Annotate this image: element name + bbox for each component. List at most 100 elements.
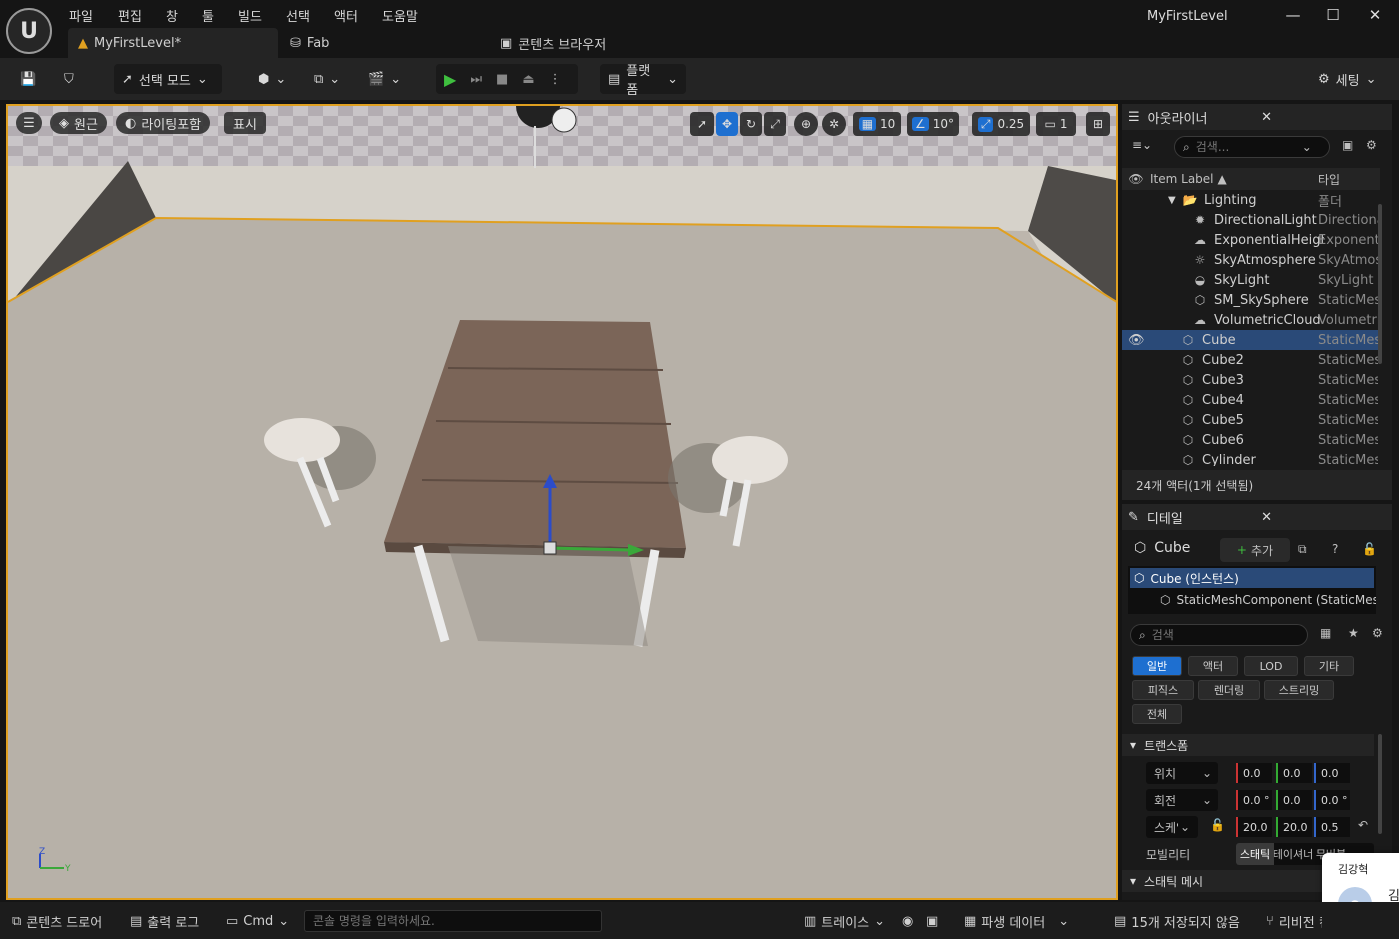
filter-icon[interactable]: ≡⌄ (1132, 138, 1152, 152)
menu-file[interactable]: 파일 (69, 6, 93, 25)
mobility-static[interactable]: 스태틱 (1236, 843, 1274, 865)
lock-scale-icon[interactable]: 🔓 (1210, 818, 1225, 832)
component-instance-row[interactable]: ⬡ Cube (인스턴스) (1130, 568, 1374, 588)
save-icon[interactable]: 💾 (12, 64, 44, 94)
location-y[interactable]: 0.0 (1276, 763, 1312, 783)
insights-icon[interactable]: ▣ (926, 910, 938, 932)
scale-snap-button[interactable]: ⤢ 0.25 (972, 112, 1030, 136)
cinematics-button[interactable]: 🎬 ⌄ (360, 64, 409, 94)
more-options-icon[interactable]: ⋮ (549, 72, 562, 87)
blueprint-button[interactable]: ⧉ ⌄ (306, 64, 348, 94)
outliner-row[interactable]: ✹ DirectionalLightDirectionalLight (1122, 210, 1380, 230)
eye-icon[interactable]: 👁 (1122, 172, 1150, 186)
outliner-scrollbar[interactable] (1378, 204, 1382, 364)
outliner-row[interactable]: ☁ VolumetricCloudVolumetricCloud (1122, 310, 1380, 330)
platform-button[interactable]: ▤ 플랫폼 ⌄ (600, 64, 686, 98)
component-static-mesh-row[interactable]: ⬡ StaticMeshComponent (StaticMeshCompone… (1128, 590, 1376, 610)
menu-build[interactable]: 빌드 (238, 6, 262, 25)
details-search[interactable]: ⌕ (1130, 624, 1308, 646)
rotation-y[interactable]: 0.0 (1276, 790, 1312, 810)
filter-actor[interactable]: 액터 (1188, 656, 1238, 676)
outliner-row[interactable]: ⬡ Cylinder StaticMeshActor (1122, 450, 1380, 467)
filter-streaming[interactable]: 스트리밍 (1264, 680, 1334, 700)
outliner-row[interactable]: ⬡ SM_SkySphere StaticMeshActor (1122, 290, 1380, 310)
help-icon[interactable]: ? (1332, 542, 1338, 556)
filter-rendering[interactable]: 렌더링 (1198, 680, 1260, 700)
eject-icon[interactable]: ⏏ (522, 72, 534, 87)
browse-icon[interactable]: ⛉ (56, 64, 82, 94)
unreal-logo-icon[interactable]: U (6, 8, 52, 54)
rotate-tool-icon[interactable]: ↻ (740, 112, 762, 136)
select-mode-button[interactable]: ➚ 선택 모드 ⌄ (114, 64, 222, 94)
grid-snap-button[interactable]: ▦ 10 (853, 112, 901, 136)
menu-help[interactable]: 도움말 (382, 6, 418, 25)
add-folder-icon[interactable]: ▣ (1342, 138, 1353, 152)
gear-icon[interactable]: ⚙ (1372, 626, 1383, 640)
scale-x[interactable]: 20.0 (1236, 817, 1272, 837)
scale-y[interactable]: 20.0 (1276, 817, 1312, 837)
close-tab-icon[interactable]: ✕ (1261, 510, 1272, 525)
scale-tool-icon[interactable]: ⤢ (764, 112, 786, 136)
lock-icon[interactable]: 🔓 (1362, 542, 1377, 556)
outliner-search[interactable]: ⌕ ⌄ (1174, 136, 1330, 158)
console-input[interactable] (304, 910, 602, 932)
outliner-row[interactable]: 👁 ⬡ Cube StaticMeshActor (1122, 330, 1380, 350)
stop-icon[interactable]: ■ (496, 72, 508, 87)
record-icon[interactable]: ◉ (902, 910, 913, 932)
location-x[interactable]: 0.0 (1236, 763, 1272, 783)
chevron-down-icon[interactable]: ▼ (1168, 195, 1176, 206)
outliner-row[interactable]: ⬡ Cube5 StaticMeshActor (1122, 410, 1380, 430)
settings-button[interactable]: ⚙ 세팅 ⌄ (1310, 64, 1384, 94)
outliner-search-input[interactable] (1195, 140, 1296, 154)
mobility-stationary[interactable]: 스테이셔너리 (1274, 843, 1312, 865)
derived-data-button[interactable]: ▦ 파생 데이터 ⌄ (964, 910, 1069, 932)
camera-speed-button[interactable]: ▭ 1 (1036, 112, 1076, 136)
reset-icon[interactable]: ↶ (1358, 818, 1368, 832)
step-icon[interactable]: ⏭ (470, 72, 482, 87)
tab-content-browser[interactable]: ▣ 콘텐츠 브라우저 (490, 28, 690, 58)
revision-control-button[interactable]: ⑂ 리비전 컨트롤 (1266, 910, 1322, 932)
minimize-icon[interactable]: — (1278, 6, 1308, 24)
play-icon[interactable]: ▶ (444, 70, 456, 89)
details-search-input[interactable] (1151, 628, 1272, 642)
output-log-button[interactable]: ▤ 출력 로그 (130, 910, 199, 932)
blueprint-icon[interactable]: ⧉ (1298, 542, 1307, 557)
outliner-row[interactable]: ▼ 📂 Lighting 폴더 (1122, 190, 1380, 210)
rotation-z[interactable]: 0.0 ° (1314, 790, 1350, 810)
outliner-row[interactable]: ⬡ Cube3 StaticMeshActor (1122, 370, 1380, 390)
trace-button[interactable]: ▥ 트레이스 ⌄ (804, 910, 885, 932)
outliner-row[interactable]: ⬡ Cube2 StaticMeshActor (1122, 350, 1380, 370)
outliner-row[interactable]: ⬡ Cube4 StaticMeshActor (1122, 390, 1380, 410)
rotation-dropdown[interactable]: 회전 ⌄ (1146, 789, 1218, 811)
gear-icon[interactable]: ⚙ (1366, 138, 1377, 152)
column-item-label[interactable]: Item Label (1150, 172, 1214, 186)
tab-level[interactable]: ▲ MyFirstLevel* (68, 28, 278, 58)
rotation-x[interactable]: 0.0 ° (1236, 790, 1272, 810)
perspective-button[interactable]: ◈ 원근 (50, 112, 107, 134)
star-icon[interactable]: ★ (1348, 626, 1359, 640)
column-type[interactable]: 타입 (1318, 171, 1340, 188)
translate-tool-icon[interactable]: ✥ (716, 112, 738, 136)
eye-icon[interactable]: 👁 (1128, 333, 1145, 348)
menu-edit[interactable]: 편집 (118, 6, 142, 25)
details-tab[interactable]: ✎ 디테일 ✕ (1122, 504, 1392, 530)
world-space-icon[interactable]: ⊕ (794, 112, 818, 136)
rotation-snap-button[interactable]: ∠ 10° (907, 112, 959, 136)
lit-button[interactable]: ◐ 라이팅포함 (116, 112, 211, 134)
table-view-icon[interactable]: ▦ (1320, 626, 1331, 640)
level-viewport[interactable]: Z Y ☰ ◈ 원근 ◐ 라이팅포함 표시 ➚ ✥ ↻ ⤢ ⊕ ✲ ▦ 10 ∠… (6, 104, 1118, 900)
select-tool-icon[interactable]: ➚ (690, 112, 714, 136)
location-z[interactable]: 0.0 (1314, 763, 1350, 783)
filter-lod[interactable]: LOD (1244, 656, 1298, 676)
outliner-row[interactable]: ◒ SkyLight SkyLight (1122, 270, 1380, 290)
outliner-tab[interactable]: ☰ 아웃라이너 ✕ (1122, 104, 1392, 130)
tab-fab[interactable]: ⛁ Fab (280, 28, 480, 58)
outliner-row[interactable]: ⬡ Cube6 StaticMeshActor (1122, 430, 1380, 450)
layout-icon[interactable]: ⊞ (1086, 112, 1110, 136)
content-drawer-button[interactable]: ⧉ 콘텐츠 드로어 (12, 910, 102, 932)
details-scrollbar[interactable] (1378, 734, 1382, 834)
add-component-button[interactable]: + 추가 (1220, 538, 1290, 562)
location-dropdown[interactable]: 위치 ⌄ (1146, 762, 1218, 784)
outliner-row[interactable]: ☁ ExponentialHeightFogExponentialHeightFo… (1122, 230, 1380, 250)
menu-window[interactable]: 창 (166, 6, 178, 25)
